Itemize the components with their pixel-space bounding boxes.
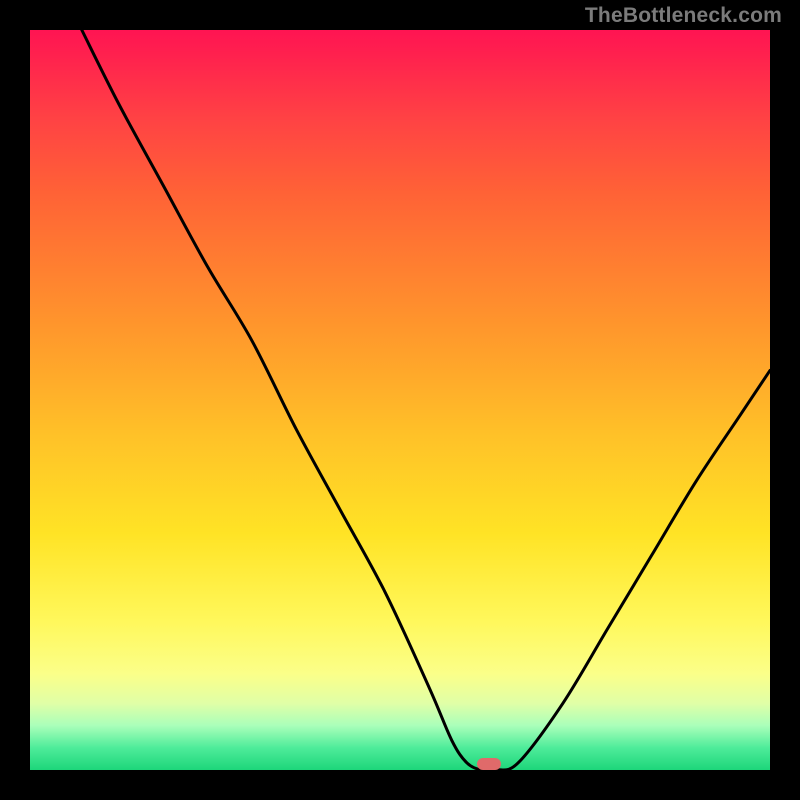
watermark-text: TheBottleneck.com <box>585 4 782 28</box>
chart-frame: TheBottleneck.com <box>0 0 800 800</box>
optimum-marker <box>477 758 501 770</box>
bottleneck-curve <box>30 30 770 770</box>
plot-area <box>30 30 770 770</box>
